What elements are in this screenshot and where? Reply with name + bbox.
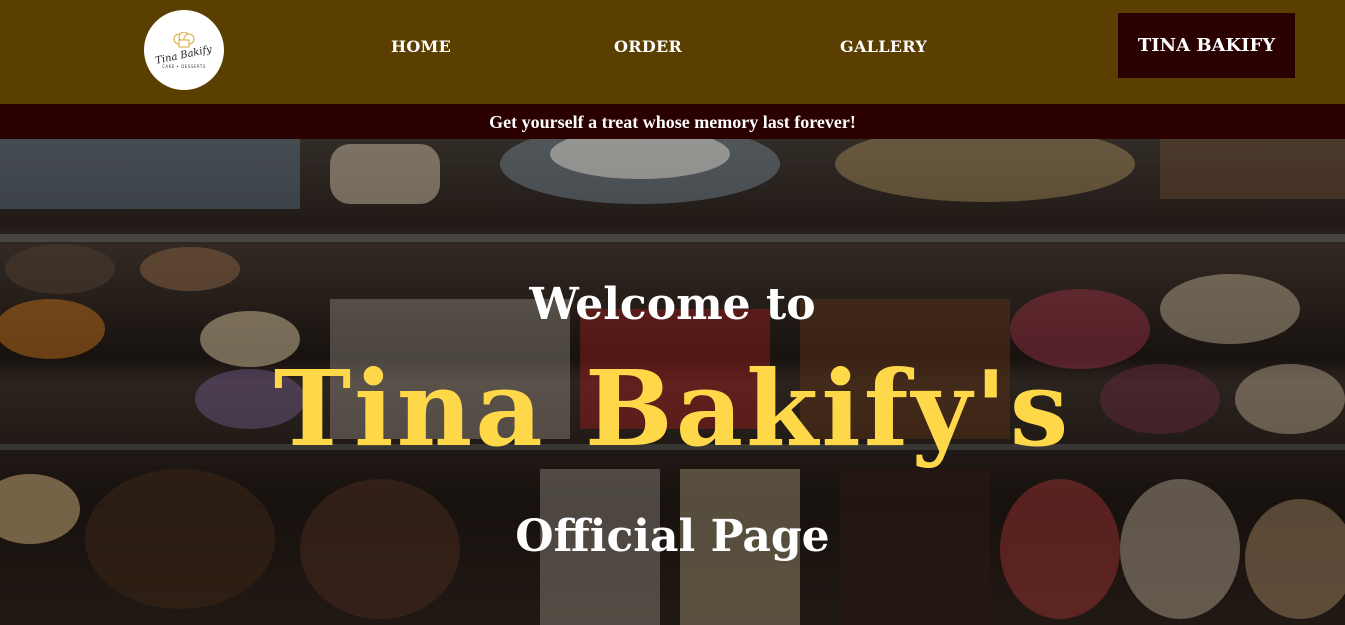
nav-order-link[interactable]: ORDER (614, 37, 682, 56)
nav-gallery-link[interactable]: GALLERY (840, 37, 927, 56)
hero-section: Welcome to Tina Bakify's Official Page (0, 139, 1345, 625)
brand-button[interactable]: TINA BAKIFY (1118, 13, 1295, 78)
hero-welcome-text: Welcome to (529, 279, 816, 330)
hero-brand-name: Tina Bakify's (273, 347, 1072, 470)
nav-home-link[interactable]: HOME (391, 37, 451, 56)
navbar: Tina Bakify CAKE • DESSERTS HOME ORDER G… (0, 0, 1345, 104)
hero-subtitle: Official Page (515, 511, 830, 562)
chef-hat-icon (173, 31, 195, 47)
tagline-bar: Get yourself a treat whose memory last f… (0, 104, 1345, 139)
logo[interactable]: Tina Bakify CAKE • DESSERTS (144, 10, 224, 90)
